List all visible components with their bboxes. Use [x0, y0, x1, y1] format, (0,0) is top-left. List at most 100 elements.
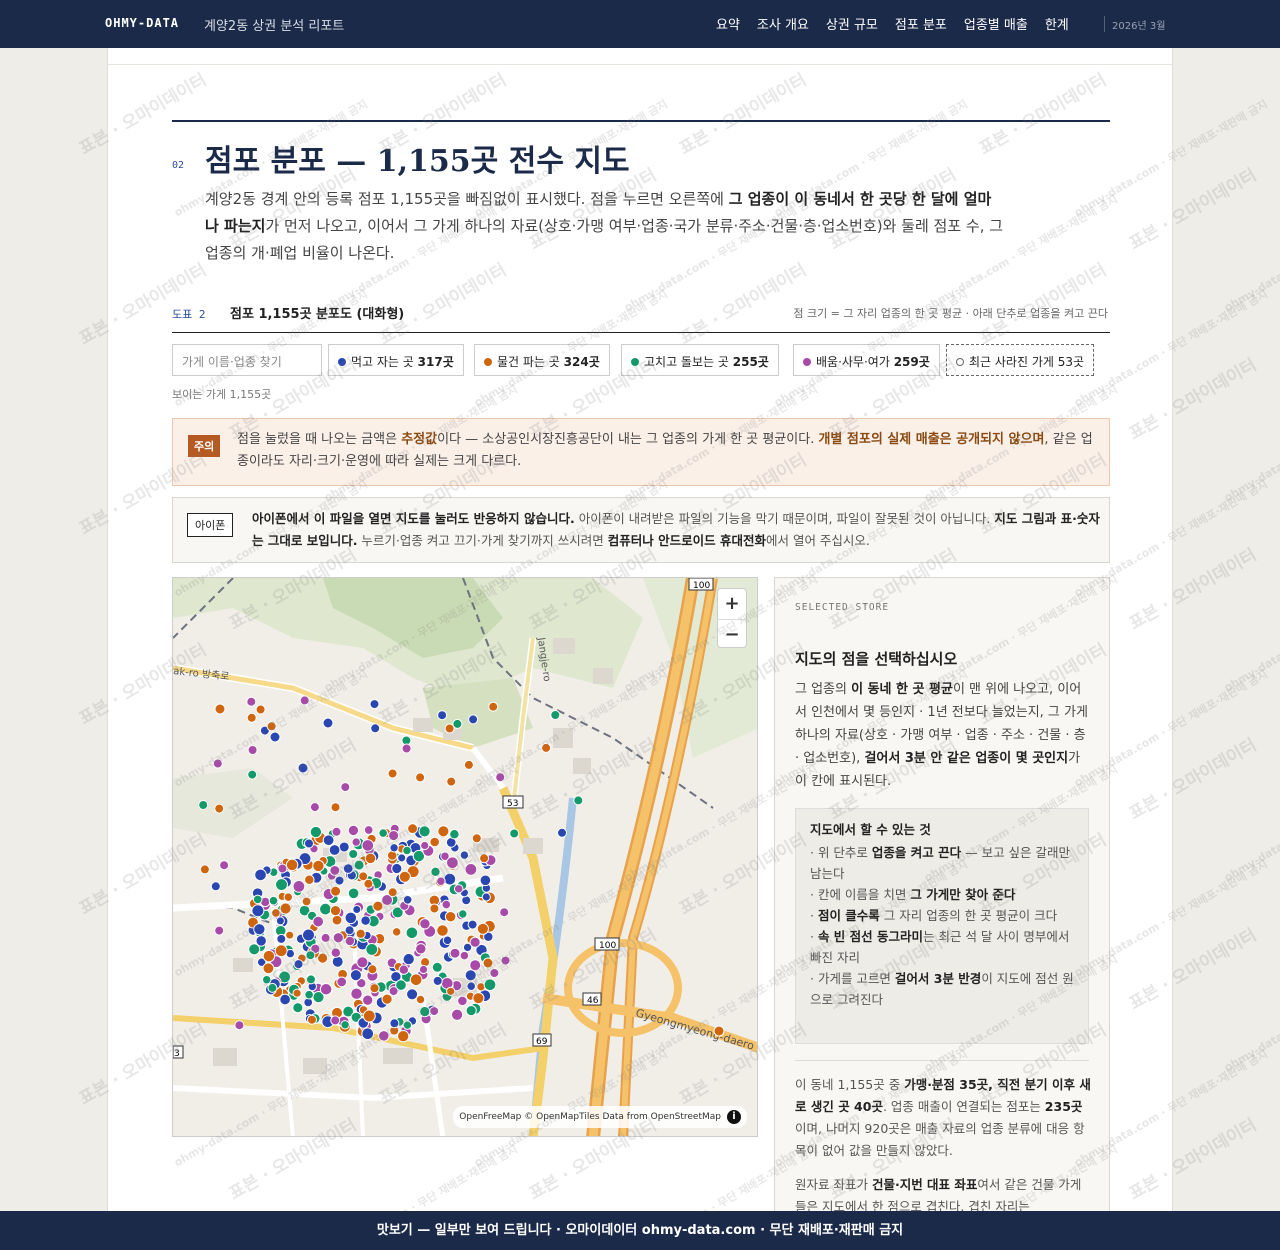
store-dot[interactable]	[329, 904, 342, 917]
map-canvas[interactable]: 100 53 100 46 69 3 Gyeongmyeong-daero Ja…	[173, 578, 758, 1137]
store-dot[interactable]	[255, 704, 266, 715]
store-dot[interactable]	[307, 1014, 317, 1025]
store-dot[interactable]	[306, 974, 316, 985]
store-dot[interactable]	[234, 1020, 245, 1031]
store-dot[interactable]	[340, 1020, 350, 1030]
store-dot[interactable]	[247, 745, 258, 755]
store-dot[interactable]	[304, 838, 314, 849]
filter-food-button[interactable]: 먹고 자는 곳 317곳	[328, 344, 464, 376]
store-dot[interactable]	[482, 957, 494, 969]
store-dot[interactable]	[275, 916, 285, 926]
store-dot[interactable]	[495, 772, 506, 783]
store-dot[interactable]	[432, 975, 443, 986]
store-dot[interactable]	[429, 836, 440, 848]
info-icon[interactable]: i	[727, 1110, 741, 1124]
store-dot[interactable]	[378, 1030, 390, 1042]
store-dot[interactable]	[489, 968, 500, 978]
store-dot[interactable]	[459, 950, 470, 961]
store-dot[interactable]	[431, 961, 443, 973]
store-dot[interactable]	[362, 1009, 376, 1023]
store-dot[interactable]	[322, 834, 335, 847]
store-dot[interactable]	[437, 710, 448, 721]
store-dot[interactable]	[419, 918, 431, 930]
store-dot[interactable]	[267, 982, 278, 993]
zoom-out-button[interactable]: −	[718, 619, 746, 649]
store-dot[interactable]	[344, 911, 358, 925]
store-dot[interactable]	[364, 852, 377, 865]
store-dot[interactable]	[214, 703, 226, 715]
filter-retail-button[interactable]: 물건 파는 곳 324곳	[474, 344, 610, 376]
store-dot[interactable]	[344, 925, 355, 936]
store-dot[interactable]	[304, 874, 315, 885]
store-dot[interactable]	[319, 902, 332, 916]
store-dot[interactable]	[309, 825, 323, 839]
store-dot[interactable]	[370, 723, 381, 734]
store-dot[interactable]	[268, 895, 279, 906]
store-dot[interactable]	[334, 875, 345, 886]
store-dot[interactable]	[467, 919, 478, 930]
store-dot[interactable]	[415, 943, 427, 955]
store-dot[interactable]	[347, 887, 360, 900]
store-dot[interactable]	[212, 758, 223, 769]
store-dot[interactable]	[261, 974, 272, 985]
store-dot[interactable]	[457, 995, 468, 1007]
store-dot[interactable]	[340, 782, 351, 793]
store-dot[interactable]	[269, 731, 281, 743]
store-dot[interactable]	[479, 853, 490, 864]
store-dot[interactable]	[500, 955, 511, 966]
store-dot[interactable]	[446, 856, 459, 870]
store-dot[interactable]	[342, 863, 354, 874]
store-dot[interactable]	[254, 868, 267, 882]
store-dot[interactable]	[415, 772, 426, 783]
store-dot[interactable]	[361, 1027, 375, 1041]
store-dot[interactable]	[550, 710, 561, 720]
store-dot[interactable]	[452, 718, 463, 729]
store-dot[interactable]	[349, 969, 362, 982]
store-dot[interactable]	[276, 933, 287, 944]
store-dot[interactable]	[429, 903, 440, 914]
store-dot[interactable]	[509, 828, 520, 839]
store-dot[interactable]	[199, 864, 210, 875]
store-dot[interactable]	[398, 964, 410, 975]
store-dot[interactable]	[356, 956, 369, 969]
store-dot[interactable]	[348, 848, 359, 860]
store-dot[interactable]	[350, 987, 363, 1000]
store-dot[interactable]	[351, 837, 361, 847]
store-dot[interactable]	[271, 908, 281, 918]
store-dot[interactable]	[469, 936, 481, 948]
store-dot[interactable]	[398, 870, 411, 883]
store-dot[interactable]	[266, 721, 277, 732]
store-dot[interactable]	[446, 986, 456, 996]
store-dot[interactable]	[246, 712, 257, 723]
store-dot[interactable]	[436, 876, 446, 886]
store-dot[interactable]	[418, 825, 431, 838]
store-dot[interactable]	[372, 900, 384, 912]
store-dot[interactable]	[402, 1020, 413, 1030]
store-dot[interactable]	[409, 973, 423, 987]
store-dot[interactable]	[331, 914, 343, 926]
store-dot[interactable]	[330, 1015, 341, 1026]
store-dot[interactable]	[353, 859, 365, 871]
store-dot[interactable]	[297, 762, 309, 774]
store-dot[interactable]	[332, 932, 344, 944]
store-dot[interactable]	[292, 1002, 304, 1014]
store-dot[interactable]	[355, 928, 366, 939]
store-dot[interactable]	[713, 1025, 725, 1037]
store-dot[interactable]	[464, 863, 478, 876]
store-dot[interactable]	[444, 910, 457, 923]
store-dot[interactable]	[391, 862, 403, 875]
store-dot[interactable]	[442, 935, 453, 946]
store-dot[interactable]	[330, 885, 342, 897]
store-dot[interactable]	[479, 874, 492, 887]
store-dot[interactable]	[285, 858, 299, 872]
store-dot[interactable]	[369, 699, 380, 710]
store-dot[interactable]	[312, 859, 325, 873]
store-dot[interactable]	[419, 1005, 431, 1018]
store-dot[interactable]	[279, 902, 292, 915]
store-dot[interactable]	[363, 878, 374, 889]
store-search-input[interactable]: 가게 이름·업종 찾기	[172, 344, 322, 376]
store-dot[interactable]	[255, 935, 267, 947]
store-dot[interactable]	[305, 950, 316, 961]
store-dot[interactable]	[468, 714, 479, 725]
store-dot[interactable]	[369, 983, 380, 994]
